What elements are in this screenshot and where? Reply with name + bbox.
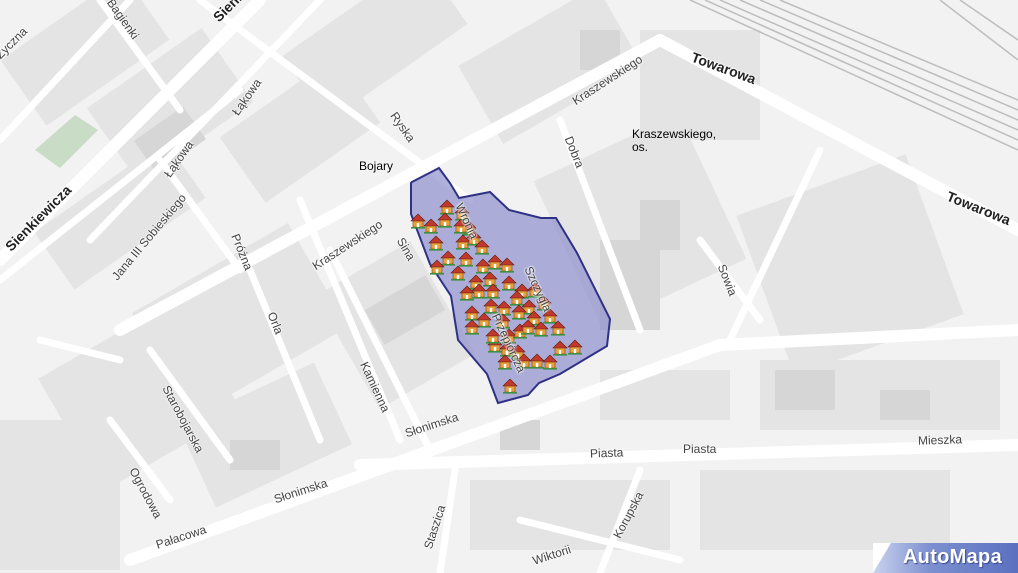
place-label-bojary: Bojary <box>359 159 394 173</box>
map-canvas[interactable]: Towarowa Towarowa Sienkiewicza Sienk Łąk… <box>0 0 1018 573</box>
district-name-line2: os. <box>632 140 649 154</box>
brand-logo[interactable]: AutoMapa <box>873 543 1018 573</box>
street-label-piasta-left: Piasta <box>589 445 624 461</box>
map-base <box>0 0 1018 573</box>
street-label-mieszka: Mieszka <box>917 432 963 448</box>
brand-name: AutoMapa <box>902 546 1002 568</box>
district-label: Kraszewskiego, os. <box>632 128 716 154</box>
street-label-piasta-right: Piasta <box>683 442 717 456</box>
